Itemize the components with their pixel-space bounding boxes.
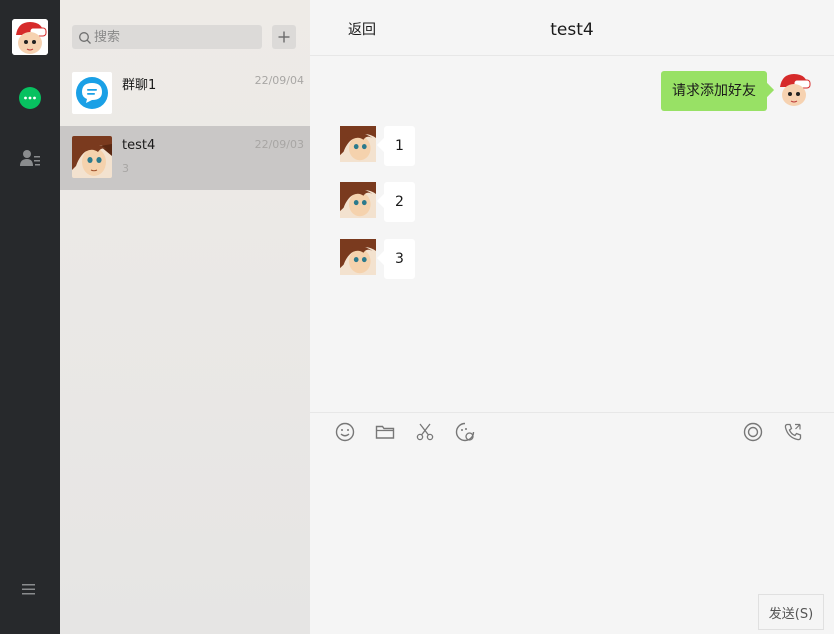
search-box[interactable] — [72, 25, 262, 49]
session-time: 22/09/04 — [254, 74, 304, 87]
message-bubble-peer: 3 — [384, 239, 415, 279]
search-icon — [78, 30, 92, 44]
message-bubble-peer: 2 — [384, 182, 415, 222]
chat-panel: 返回 test4 请求添加好友 1 2 3 发送(S) — [310, 0, 834, 634]
contacts-icon[interactable] — [18, 146, 42, 170]
session-name: test4 — [122, 138, 156, 153]
message-bubble-peer: 1 — [384, 126, 415, 166]
group-avatar — [72, 72, 112, 114]
input-toolbar — [310, 412, 834, 452]
voice-call-icon[interactable] — [782, 421, 804, 443]
nav-sidebar — [0, 0, 60, 634]
user-avatar[interactable] — [12, 19, 48, 55]
message-input-area[interactable] — [310, 452, 834, 592]
contact-avatar — [72, 136, 112, 178]
chat-icon[interactable] — [18, 86, 42, 110]
video-call-icon[interactable] — [742, 421, 764, 443]
send-button[interactable]: 发送(S) — [758, 594, 824, 630]
search-input[interactable] — [94, 25, 254, 49]
peer-avatar — [340, 126, 376, 162]
session-time: 22/09/03 — [254, 138, 304, 151]
folder-icon[interactable] — [374, 421, 396, 443]
session-item[interactable]: 群聊1 22/09/04 — [60, 62, 310, 126]
scissors-icon[interactable] — [414, 421, 436, 443]
chat-header: 返回 test4 — [310, 0, 834, 56]
session-preview: 3 — [122, 162, 129, 175]
peer-avatar — [340, 239, 376, 275]
message-bubble-self: 请求添加好友 — [661, 71, 767, 111]
peer-avatar — [340, 182, 376, 218]
message-list: 请求添加好友 1 2 3 — [310, 56, 834, 412]
session-name: 群聊1 — [122, 78, 157, 93]
chat-title: test4 — [550, 20, 594, 40]
emoji-icon[interactable] — [334, 421, 356, 443]
menu-icon[interactable] — [20, 580, 38, 598]
session-item[interactable]: test4 22/09/03 3 — [60, 126, 310, 190]
self-avatar — [776, 71, 812, 107]
sticker-icon[interactable] — [454, 421, 476, 443]
session-list: 群聊1 22/09/04 test4 22/09/03 3 — [60, 0, 310, 634]
